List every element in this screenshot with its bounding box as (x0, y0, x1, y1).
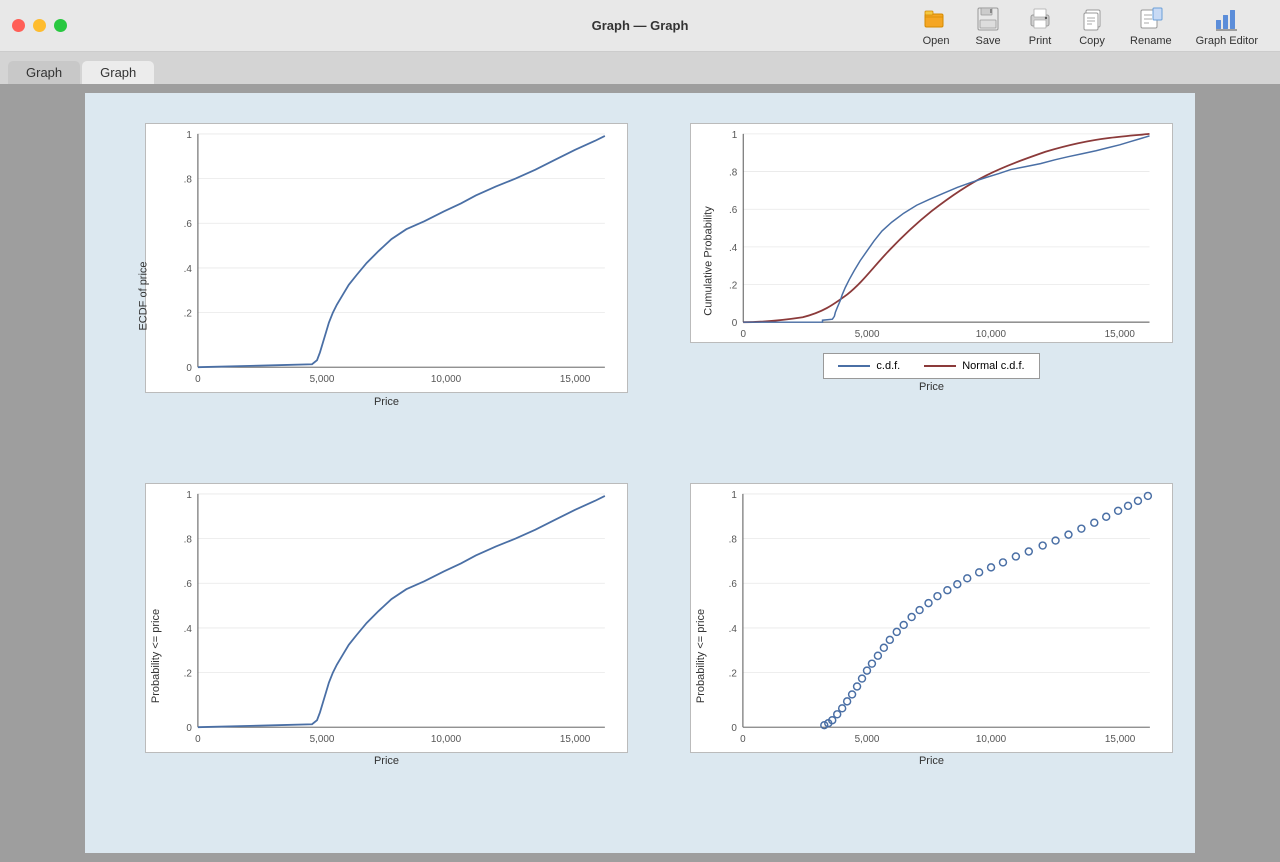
svg-text:10,000: 10,000 (976, 329, 1007, 340)
svg-text:15,000: 15,000 (560, 734, 591, 745)
open-icon (922, 5, 950, 33)
svg-text:0: 0 (186, 723, 192, 734)
svg-text:10,000: 10,000 (976, 734, 1007, 745)
svg-text:.6: .6 (184, 219, 193, 230)
svg-text:10,000: 10,000 (431, 374, 462, 385)
svg-text:15,000: 15,000 (1105, 734, 1136, 745)
svg-text:.4: .4 (184, 264, 193, 275)
copy-icon (1078, 5, 1106, 33)
save-label: Save (976, 35, 1001, 47)
svg-text:.2: .2 (184, 309, 193, 320)
svg-text:1: 1 (186, 490, 192, 501)
maximize-button[interactable] (54, 19, 67, 32)
svg-text:0: 0 (195, 374, 201, 385)
svg-text:.8: .8 (729, 535, 738, 546)
save-icon (974, 5, 1002, 33)
rename-icon (1137, 5, 1165, 33)
bottom-right-y-label: Probability <= price (695, 608, 707, 702)
rename-button[interactable]: Rename (1120, 1, 1182, 51)
svg-text:1: 1 (732, 130, 738, 141)
save-button[interactable]: Save (964, 1, 1012, 51)
bottom-right-x-label: Price (690, 755, 1173, 767)
svg-text:.8: .8 (184, 535, 193, 546)
print-label: Print (1029, 35, 1052, 47)
svg-text:.4: .4 (184, 624, 193, 635)
copy-button[interactable]: Copy (1068, 1, 1116, 51)
main-content: ECDF of price 0 (0, 84, 1280, 862)
svg-text:0: 0 (195, 734, 201, 745)
svg-text:10,000: 10,000 (431, 734, 462, 745)
close-button[interactable] (12, 19, 25, 32)
svg-text:0: 0 (186, 363, 192, 374)
open-button[interactable]: Open (912, 1, 960, 51)
svg-text:0: 0 (740, 734, 746, 745)
svg-text:5,000: 5,000 (855, 329, 880, 340)
window-title: Graph — Graph (592, 18, 689, 33)
svg-text:15,000: 15,000 (1105, 329, 1136, 340)
bottom-left-x-label: Price (145, 755, 628, 767)
svg-text:.2: .2 (184, 669, 193, 680)
minimize-button[interactable] (33, 19, 46, 32)
svg-text:15,000: 15,000 (560, 374, 591, 385)
window-controls (12, 19, 67, 32)
svg-text:.8: .8 (184, 175, 193, 186)
rename-label: Rename (1130, 35, 1172, 47)
svg-text:1: 1 (186, 130, 192, 141)
graph-top-left: ECDF of price 0 (95, 113, 640, 473)
print-button[interactable]: Print (1016, 1, 1064, 51)
svg-text:5,000: 5,000 (310, 734, 335, 745)
legend-normal-label: Normal c.d.f. (962, 360, 1024, 372)
open-label: Open (923, 35, 950, 47)
svg-text:5,000: 5,000 (310, 374, 335, 385)
titlebar: Graph — Graph Open (0, 0, 1280, 52)
tab-graph-2[interactable]: Graph (82, 61, 154, 84)
svg-text:0: 0 (731, 723, 737, 734)
graph-container: ECDF of price 0 (85, 93, 1195, 853)
svg-text:.6: .6 (184, 579, 193, 590)
graph-bottom-left: Probability <= price 0 (95, 473, 640, 833)
svg-text:.4: .4 (729, 243, 738, 254)
print-icon (1026, 5, 1054, 33)
graph-editor-button[interactable]: Graph Editor (1186, 1, 1268, 51)
svg-text:1: 1 (731, 490, 737, 501)
svg-text:.2: .2 (729, 280, 737, 291)
top-left-y-label: ECDF of price (138, 261, 150, 330)
legend-normal-cdf: Normal c.d.f. (924, 360, 1024, 372)
graph-editor-label: Graph Editor (1196, 35, 1258, 47)
tabbar: Graph Graph (0, 52, 1280, 84)
svg-text:0: 0 (732, 318, 738, 329)
bottom-right-plot: 0 .2 .4 .6 .8 1 0 5,000 10,000 15,000 (690, 483, 1173, 753)
graph-top-right: Cumulative Probability 0 (640, 113, 1185, 473)
svg-text:.4: .4 (729, 624, 738, 635)
top-right-y-label: Cumulative Probability (703, 206, 715, 315)
svg-text:.6: .6 (729, 205, 738, 216)
top-right-plot: 0 .2 .4 .6 .8 1 0 5,000 10,000 15,000 (690, 123, 1173, 343)
bottom-left-plot: 0 .2 .4 .6 .8 1 0 5,000 10,000 15,000 (145, 483, 628, 753)
bottom-left-y-label: Probability <= price (150, 608, 162, 702)
svg-text:0: 0 (740, 329, 746, 340)
legend-cdf-label: c.d.f. (876, 360, 900, 372)
svg-text:5,000: 5,000 (855, 734, 880, 745)
top-left-plot: 0 .2 .4 .6 .8 1 0 5,000 10,000 15,000 (145, 123, 628, 393)
toolbar: Open Save (912, 1, 1268, 51)
legend: c.d.f. Normal c.d.f. (823, 353, 1039, 379)
legend-cdf: c.d.f. (838, 360, 900, 372)
tab-graph-1[interactable]: Graph (8, 61, 80, 84)
top-left-x-label: Price (145, 396, 628, 408)
legend-normal-line (924, 365, 956, 367)
graph-editor-icon (1213, 5, 1241, 33)
top-right-x-label: Price (690, 381, 1173, 393)
svg-text:.2: .2 (729, 669, 738, 680)
graph-bottom-right: Probability <= price 0 (640, 473, 1185, 833)
svg-text:.8: .8 (729, 168, 738, 179)
legend-cdf-line (838, 365, 870, 367)
copy-label: Copy (1079, 35, 1105, 47)
svg-text:.6: .6 (729, 579, 738, 590)
